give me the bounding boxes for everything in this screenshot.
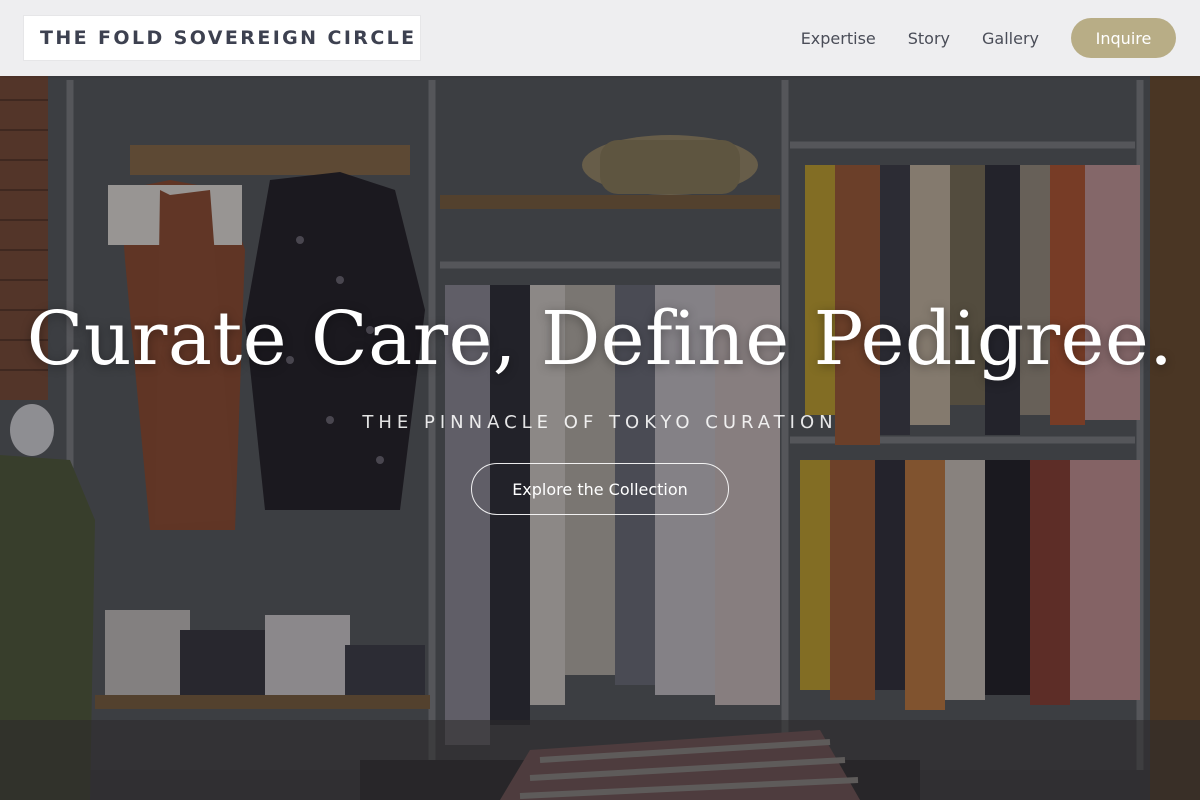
brand-logo[interactable]: THE FOLD SOVEREIGN CIRCLE bbox=[24, 16, 420, 60]
main-nav: Expertise Story Gallery Inquire bbox=[801, 18, 1176, 58]
hero-dark-overlay bbox=[0, 0, 1200, 800]
nav-link-expertise[interactable]: Expertise bbox=[801, 29, 876, 48]
hero-background bbox=[0, 0, 1200, 800]
brand-name: THE FOLD SOVEREIGN CIRCLE bbox=[40, 27, 417, 49]
nav-link-gallery[interactable]: Gallery bbox=[982, 29, 1039, 48]
site-header: THE FOLD SOVEREIGN CIRCLE Expertise Stor… bbox=[0, 0, 1200, 76]
hero-subtitle: THE PINNACLE OF TOKYO CURATION bbox=[362, 412, 838, 433]
nav-link-story[interactable]: Story bbox=[908, 29, 950, 48]
explore-collection-button[interactable]: Explore the Collection bbox=[471, 463, 729, 515]
hero-title: Curate Care, Define Pedigree. bbox=[26, 296, 1174, 382]
inquire-button[interactable]: Inquire bbox=[1071, 18, 1176, 58]
